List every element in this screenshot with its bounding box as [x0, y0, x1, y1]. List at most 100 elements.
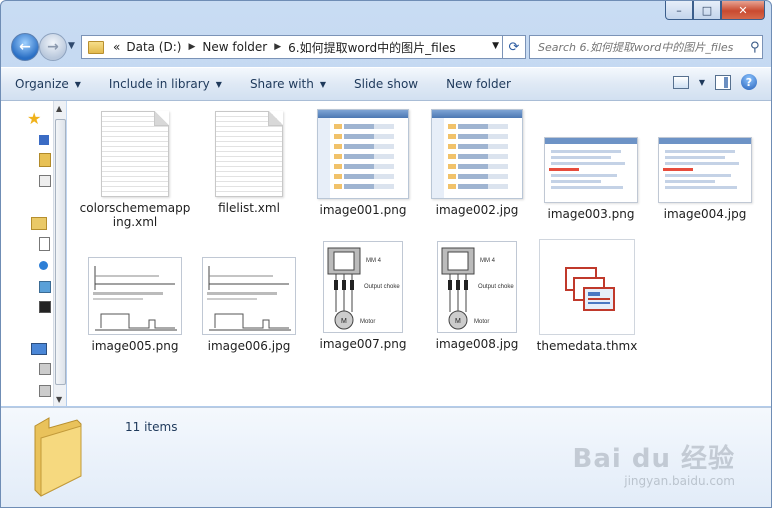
theme-file-icon	[539, 239, 635, 335]
file-item[interactable]: image002.jpg	[421, 109, 533, 217]
motor-label: Motor	[474, 319, 489, 325]
favorites-star-icon[interactable]: ★	[27, 109, 43, 128]
caption-buttons: – □ ✕	[665, 1, 765, 20]
organize-label: Organize	[15, 77, 69, 91]
file-name: image003.png	[547, 207, 635, 221]
desktop-icon[interactable]	[39, 135, 49, 145]
refresh-icon: ⟳	[508, 39, 520, 55]
libraries-icon[interactable]	[31, 217, 47, 230]
file-item[interactable]: image005.png	[79, 249, 191, 353]
waveform-graphic	[207, 266, 291, 331]
address-bar[interactable]: « Data (D:) ▶ New folder ▶ 6.如何提取word中的图…	[81, 35, 503, 59]
new-folder-button[interactable]: New folder	[432, 68, 525, 100]
file-item[interactable]: colorschememapping.xml	[79, 111, 191, 229]
back-button[interactable]: ←	[11, 33, 39, 61]
image-thumbnail	[431, 109, 523, 199]
change-view-icon[interactable]	[672, 75, 689, 89]
breadcrumb-new-folder[interactable]: New folder	[199, 40, 270, 54]
music-icon[interactable]	[39, 261, 48, 270]
mm4-label: MM 4	[366, 258, 382, 264]
file-name: image006.jpg	[207, 339, 291, 353]
file-name: image007.png	[319, 337, 407, 351]
videos-icon[interactable]	[39, 301, 51, 313]
breadcrumb-data-drive[interactable]: Data (D:)	[123, 40, 184, 54]
include-in-library-button[interactable]: Include in library ▼	[95, 68, 236, 100]
image-thumbnail	[88, 257, 182, 335]
file-name: themedata.thmx	[536, 339, 638, 353]
navigation-row: ← → ▼ « Data (D:) ▶ New folder ▶ 6.如何提取w…	[11, 33, 763, 61]
maximize-button[interactable]: □	[693, 1, 721, 20]
preview-pane-icon[interactable]	[715, 74, 731, 90]
file-name: image002.jpg	[435, 203, 519, 217]
motor-label: Motor	[360, 319, 375, 325]
close-button[interactable]: ✕	[721, 1, 765, 20]
motor-symbol-label: M	[455, 318, 461, 325]
file-name: image001.png	[319, 203, 407, 217]
forward-button[interactable]: →	[39, 33, 67, 61]
file-item[interactable]: filelist.xml	[193, 111, 305, 215]
data-drive-icon[interactable]	[39, 385, 51, 397]
scroll-up-icon[interactable]: ▲	[56, 104, 62, 113]
file-item[interactable]: MM 4 Output choke M Motor image007.png	[307, 241, 419, 351]
image-thumbnail: MM 4 Output choke M Motor	[437, 241, 517, 333]
chevron-right-icon[interactable]: ▶	[270, 42, 285, 52]
share-with-button[interactable]: Share with ▼	[236, 68, 340, 100]
documents-icon[interactable]	[39, 237, 50, 251]
file-item[interactable]: image001.png	[307, 109, 419, 217]
file-item[interactable]: image006.jpg	[193, 249, 305, 353]
chevron-right-icon[interactable]: ▶	[184, 42, 199, 52]
waveform-graphic	[93, 266, 177, 331]
details-pane: 11 items Bai du 经验 jingyan.baidu.com	[1, 407, 771, 507]
organize-button[interactable]: Organize ▼	[1, 68, 95, 100]
image-thumbnail	[658, 137, 752, 203]
motor-diagram-graphic: MM 4 Output choke M Motor	[441, 247, 514, 330]
search-icon[interactable]: ⚲	[750, 40, 760, 55]
mm4-label: MM 4	[480, 258, 496, 264]
minimize-button[interactable]: –	[665, 1, 693, 20]
file-name: filelist.xml	[218, 201, 280, 215]
include-in-library-label: Include in library	[108, 77, 210, 91]
breadcrumb-current-folder[interactable]: 6.如何提取word中的图片_files	[285, 39, 458, 56]
downloads-icon[interactable]	[39, 153, 51, 167]
folder-icon	[88, 40, 104, 54]
scrollbar-thumb[interactable]	[55, 119, 66, 385]
scroll-down-icon[interactable]: ▼	[56, 395, 62, 404]
watermark-url: jingyan.baidu.com	[624, 474, 735, 488]
pictures-icon[interactable]	[39, 281, 51, 293]
motor-diagram-graphic: MM 4 Output choke M Motor	[327, 247, 400, 330]
recent-pages-dropdown[interactable]: ▼	[68, 41, 75, 51]
search-box[interactable]: ⚲	[529, 35, 763, 59]
image-thumbnail: MM 4 Output choke M Motor	[323, 241, 403, 333]
file-item[interactable]: themedata.thmx	[531, 239, 643, 353]
image-thumbnail	[544, 137, 638, 203]
toolbar-right: ▼ ?	[672, 74, 757, 90]
file-list: colorschememapping.xml filelist.xml imag…	[67, 101, 771, 406]
recent-places-icon[interactable]	[39, 175, 51, 187]
motor-symbol-label: M	[341, 318, 347, 325]
local-disk-icon[interactable]	[39, 363, 51, 375]
computer-icon[interactable]	[31, 343, 47, 355]
file-item[interactable]: image003.png	[535, 127, 647, 221]
view-options-dropdown[interactable]: ▼	[699, 78, 705, 87]
file-name: image005.png	[91, 339, 179, 353]
folder-icon	[34, 417, 82, 497]
file-item[interactable]: image004.jpg	[649, 127, 761, 221]
chevron-down-icon[interactable]: ▼	[492, 41, 499, 51]
command-bar: Organize ▼ Include in library ▼ Share with…	[1, 67, 771, 101]
refresh-button[interactable]: ⟳	[503, 35, 526, 59]
slide-show-button[interactable]: Slide show	[340, 68, 432, 100]
xml-file-icon	[215, 111, 283, 197]
breadcrumb-overflow[interactable]: «	[110, 40, 123, 54]
arrow-right-icon: →	[47, 39, 59, 55]
help-icon[interactable]: ?	[741, 74, 757, 90]
new-folder-label: New folder	[446, 77, 511, 91]
search-input[interactable]	[530, 39, 750, 55]
image-thumbnail	[317, 109, 409, 199]
nav-scrollbar[interactable]: ▲ ▼	[53, 101, 66, 406]
output-choke-label: Output choke	[364, 284, 400, 290]
chevron-down-icon: ▼	[319, 79, 326, 89]
explorer-window: – □ ✕ ← → ▼ « Data (D:) ▶ New folder ▶ 6…	[0, 0, 772, 508]
file-name: image004.jpg	[663, 207, 747, 221]
share-with-label: Share with	[249, 77, 314, 91]
file-item[interactable]: MM 4 Output choke M Motor image008.jpg	[421, 241, 533, 351]
